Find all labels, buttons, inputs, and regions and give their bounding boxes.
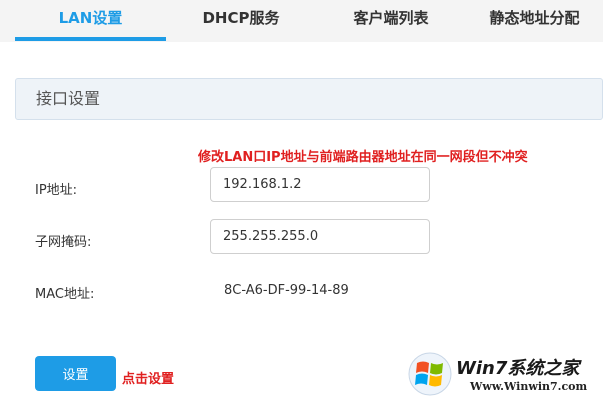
- warning-annotation: 修改LAN口IP地址与前端路由器地址在同一网段但不冲突: [198, 150, 528, 165]
- mac-address-value: 8C-A6-DF-99-14-89: [224, 283, 349, 298]
- click-hint-annotation: 点击设置: [122, 372, 175, 387]
- tab-dhcp-service[interactable]: DHCP服务: [166, 0, 316, 42]
- tab-lan-settings[interactable]: LAN设置: [15, 0, 166, 42]
- subnet-mask-label: 子网掩码:: [35, 235, 92, 250]
- mac-address-label: MAC地址:: [35, 287, 95, 302]
- set-button[interactable]: 设置: [35, 356, 116, 391]
- watermark: Win7系统之家 Www.Winwin7.com: [408, 352, 600, 400]
- section-title: 接口设置: [36, 89, 101, 108]
- ip-address-label: IP地址:: [35, 183, 78, 198]
- watermark-brand: Win7系统之家: [456, 358, 580, 379]
- watermark-url: Www.Winwin7.com: [470, 380, 588, 393]
- section-header: 接口设置: [15, 78, 603, 120]
- subnet-mask-input[interactable]: [210, 219, 430, 254]
- windows-logo-icon: [408, 352, 452, 396]
- active-tab-indicator: [15, 37, 166, 41]
- tab-static-address[interactable]: 静态地址分配: [466, 0, 603, 42]
- ip-address-input[interactable]: [210, 167, 430, 202]
- tab-bar: LAN设置 DHCP服务 客户端列表 静态地址分配: [0, 0, 603, 42]
- tab-client-list[interactable]: 客户端列表: [316, 0, 466, 42]
